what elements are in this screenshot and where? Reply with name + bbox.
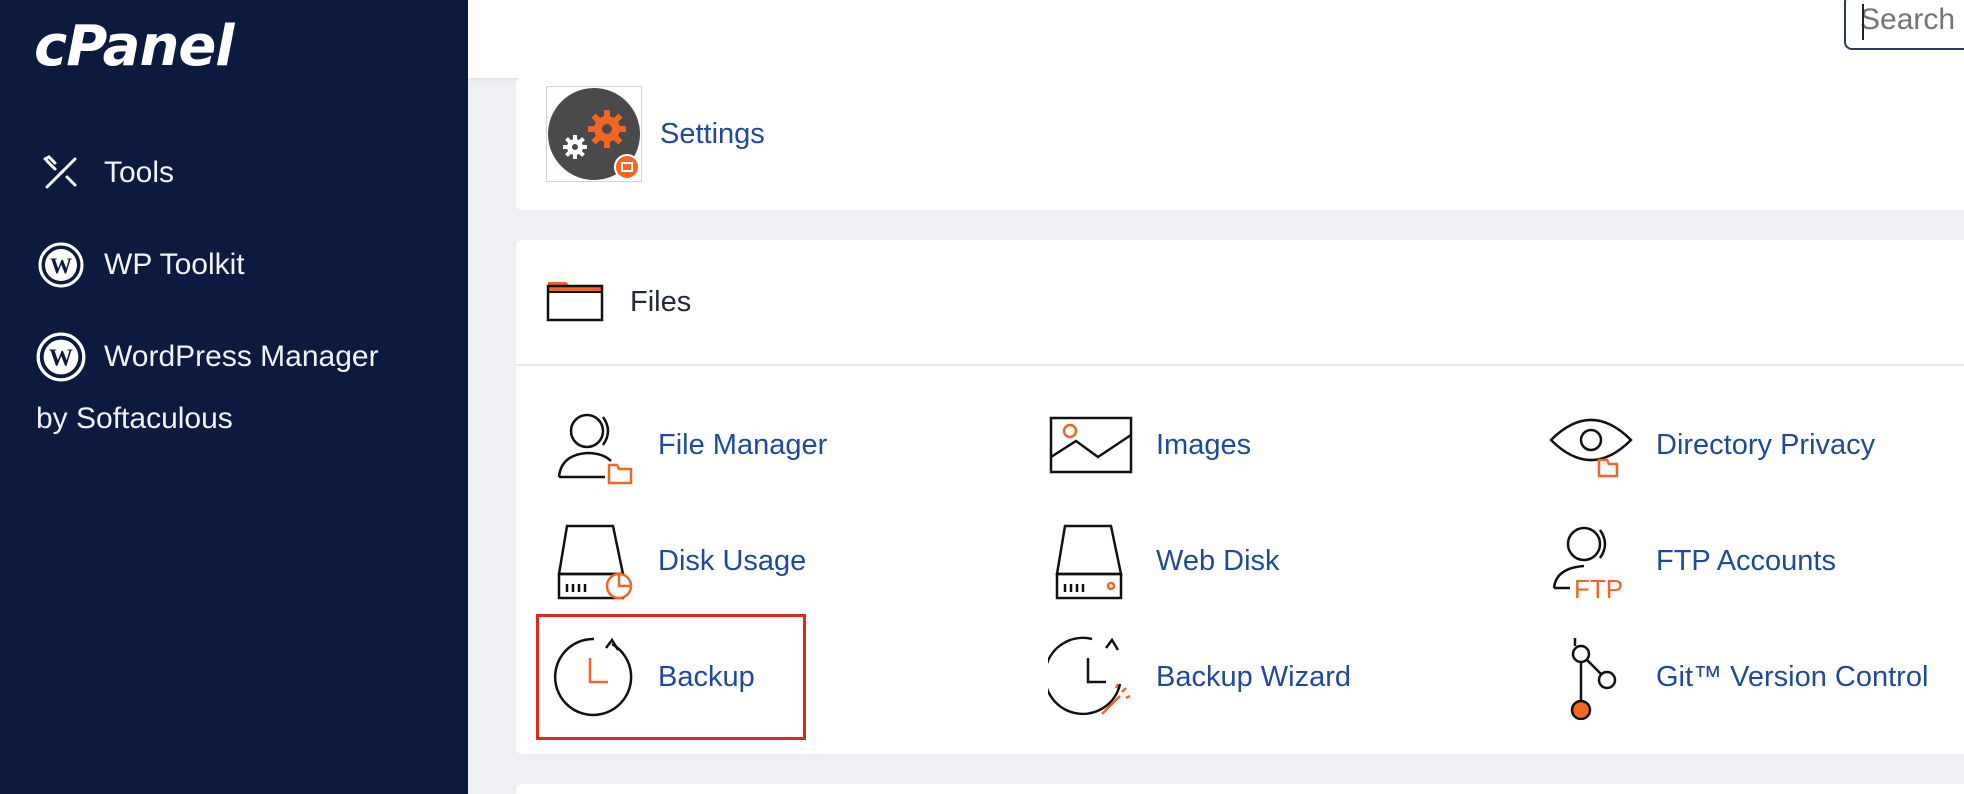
web-disk-icon xyxy=(1046,516,1136,606)
next-panel xyxy=(516,784,1964,794)
cpanel-logo[interactable]: cPanel xyxy=(34,14,234,79)
directory-privacy-tool[interactable]: Directory Privacy xyxy=(1546,400,1875,490)
ftp-accounts-tool[interactable]: FTP FTP Accounts xyxy=(1546,516,1836,606)
sidebar-item-tools[interactable]: Tools xyxy=(36,148,174,198)
svg-text:W: W xyxy=(50,253,72,278)
text-caret xyxy=(1862,4,1864,40)
tool-label[interactable]: Git™ Version Control xyxy=(1656,661,1928,694)
tool-label[interactable]: Directory Privacy xyxy=(1656,429,1875,462)
folder-icon xyxy=(546,278,604,327)
tool-label[interactable]: Images xyxy=(1156,429,1251,462)
git-icon xyxy=(1546,632,1636,722)
tools-icon xyxy=(36,148,86,198)
sidebar-item-wordpress-manager[interactable]: W WordPress Manager xyxy=(36,332,379,382)
highlight-box xyxy=(536,614,806,740)
sidebar-item-wp-toolkit[interactable]: W WP Toolkit xyxy=(36,240,245,290)
images-tool[interactable]: Images xyxy=(1046,400,1251,490)
settings-link[interactable]: Settings xyxy=(660,118,765,151)
ftp-accounts-icon: FTP xyxy=(1546,516,1636,606)
sidebar-item-label: WP Toolkit xyxy=(104,248,245,281)
tool-label[interactable]: Web Disk xyxy=(1156,545,1280,578)
git-version-control-tool[interactable]: Git™ Version Control xyxy=(1546,632,1928,722)
tool-label[interactable]: File Manager xyxy=(658,429,827,462)
svg-text:FTP: FTP xyxy=(1574,574,1623,602)
section-title: Files xyxy=(630,286,692,318)
wordpress-icon: W xyxy=(36,240,86,290)
top-bar xyxy=(468,0,1964,78)
images-icon xyxy=(1046,400,1136,490)
cpanel-app: cPanel Tools W WP Toolkit W WordPress Ma… xyxy=(0,0,1964,794)
disk-usage-tool[interactable]: Disk Usage xyxy=(548,516,806,606)
wordpress-icon: W xyxy=(36,332,86,382)
backup-wizard-tool[interactable]: Backup Wizard xyxy=(1046,632,1351,722)
tool-label[interactable]: Backup Wizard xyxy=(1156,661,1351,694)
file-manager-tool[interactable]: File Manager xyxy=(548,400,827,490)
divider xyxy=(516,364,1964,366)
tool-label[interactable]: FTP Accounts xyxy=(1656,545,1836,578)
svg-text:W: W xyxy=(49,346,73,372)
backup-wizard-icon xyxy=(1046,632,1136,722)
web-disk-tool[interactable]: Web Disk xyxy=(1046,516,1280,606)
directory-privacy-icon xyxy=(1546,400,1636,490)
sidebar-item-sublabel[interactable]: by Softaculous xyxy=(36,402,233,436)
sidebar: cPanel Tools W WP Toolkit W WordPress Ma… xyxy=(0,0,468,794)
settings-tool[interactable]: Settings xyxy=(546,86,765,182)
settings-panel: Settings xyxy=(516,78,1964,210)
settings-gears-icon xyxy=(546,86,642,182)
sidebar-item-label: WordPress Manager xyxy=(104,340,379,373)
files-section-header[interactable]: Files xyxy=(546,278,691,327)
search-box[interactable] xyxy=(1844,0,1964,50)
tool-label[interactable]: Disk Usage xyxy=(658,545,806,578)
file-manager-icon xyxy=(548,400,638,490)
disk-usage-icon xyxy=(548,516,638,606)
sidebar-item-label: Tools xyxy=(104,156,175,189)
